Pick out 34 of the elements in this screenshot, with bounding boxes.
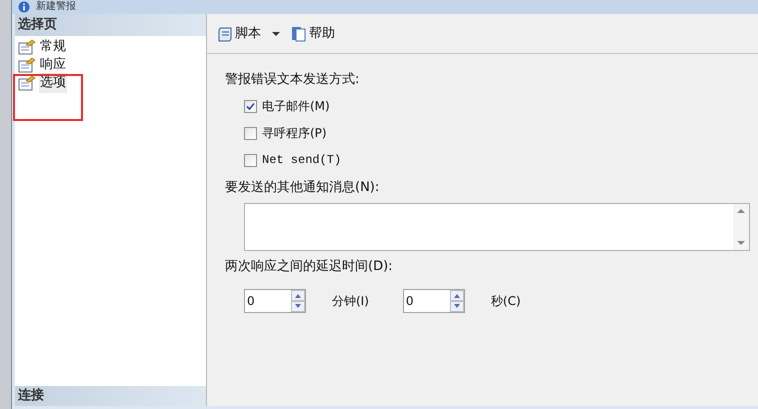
number-spinner[interactable]: 0 [244,288,306,312]
unit-label: 分钟(I) [332,292,369,310]
page-icon [18,75,36,91]
checkbox[interactable] [244,154,257,166]
scrollbar-icon[interactable] [733,204,749,250]
page-icon [18,57,36,73]
info-icon [18,1,30,13]
help-button[interactable]: 帮助 [291,24,335,44]
spinner-value: 0 [404,292,415,310]
section-label: 两次响应之间的延迟时间(D): [225,258,394,276]
script-button[interactable]: 脚本 [217,24,261,44]
scroll-icon [217,26,233,42]
page-icon [18,39,36,55]
checkbox-label: 电子邮件(M) [262,98,330,115]
spinner-arrows-icon[interactable] [291,290,305,312]
checkbox-label: 寻呼程序(P) [262,125,327,142]
number-spinner[interactable]: 0 [402,288,465,312]
checkbox[interactable] [244,100,257,112]
sidebar-item[interactable]: 选项 [39,73,67,93]
document-icon [291,26,307,42]
caret-icon[interactable] [271,30,281,36]
checkbox[interactable] [244,126,257,140]
highlight-frame [13,74,83,121]
sidebar-footer: 连接 [15,386,206,406]
section-label: 要发送的其他通知消息(N): [225,178,380,196]
window-title: 新建警报 [36,1,76,13]
sidebar-item[interactable]: 常规 [39,37,67,57]
spinner-value: 0 [246,292,256,310]
sidebar-header: 选择页 [15,14,206,36]
checkbox-label: Net send(T) [262,152,342,169]
unit-label: 秒(C) [490,292,521,310]
section-label: 警报错误文本发送方式: [225,71,360,89]
spinner-arrows-icon[interactable] [450,290,464,312]
sidebar-item[interactable]: 响应 [39,55,67,75]
